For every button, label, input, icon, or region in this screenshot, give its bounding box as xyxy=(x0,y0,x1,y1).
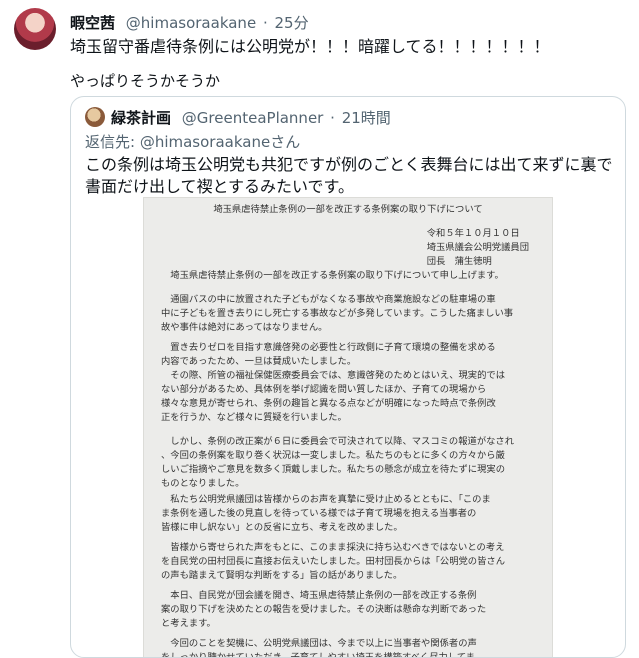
quoted-tweet[interactable]: 緑茶計画 @GreenteaPlanner · 21時間 返信先: @himas… xyxy=(70,96,626,658)
document-line: 内容であったため、一旦は賛成いたしました。 xyxy=(161,356,357,367)
document-line: ない部分があるため、具体例を挙げ認識を問い質したほか、子育ての現場から xyxy=(161,384,487,395)
quoted-author-avatar xyxy=(85,107,105,127)
reply-to-label: 返信先: @himasoraakaneさん xyxy=(85,133,301,151)
document-line: 案の取り下げを決めたとの報告を受けました。その決断は懸命な判断であった xyxy=(161,604,487,615)
quoted-author-name: 緑茶計画 xyxy=(111,109,172,127)
quoted-header: 緑茶計画 @GreenteaPlanner · 21時間 xyxy=(111,107,391,128)
author-handle[interactable]: @himasoraakane xyxy=(126,14,256,32)
document-line: を自民党の田村団長に直接お伝えいたしました。田村団長からは「公明党の皆さん xyxy=(161,556,505,567)
document-line: しかし、条例の改正案が６日に委員会で可決されて以降、マスコミの報道がなされ xyxy=(161,436,515,447)
document-line: 中に子どもを置き去りにし死亡する事故などが多発しています。こうした痛ましい事 xyxy=(161,308,514,319)
document-line: をしっかり聴かせていただき、子育てしやすい埼玉を構築すべく尽力してま xyxy=(161,652,475,658)
document-org: 埼玉県議会公明党議員団 xyxy=(426,242,529,253)
document-line: 皆様から寄せられた声をもとに、このまま採決に持ち込むべきではないとの考え xyxy=(161,542,505,553)
document-line: 正を行うか、など様々に質疑を行いました。 xyxy=(161,412,347,423)
separator: · xyxy=(262,14,268,32)
document-line: しいご指摘やご意見を数多く頂戴しました。私たちの懸念が成立を待たずに現実の xyxy=(161,464,505,475)
separator: · xyxy=(330,109,335,127)
document-line: ま条例を通した後の見直しを待っている様では子育て現場を抱える当事者の xyxy=(161,508,477,519)
document-line: 通園バスの中に放置された子どもがなくなる事故や商業施設などの駐車場の車 xyxy=(161,294,496,305)
tweet-text-line1: 埼玉留守番虐待条例には公明党が！！！暗躍してる！！！！！！！ xyxy=(70,37,550,56)
document-line: 様々な意見が寄せられ、条例の趣旨と異なる点などが明確になった時点で条例改 xyxy=(161,398,496,409)
document-signature: 令和５年１０月１０日 埼玉県議会公明党議員団 団長 蒲生徳明 xyxy=(427,227,529,269)
document-line: ものとなりました。 xyxy=(161,478,245,489)
tweet-time[interactable]: 25分 xyxy=(275,14,309,32)
document-line: 本日、自民党が団会議を開き、埼玉県虐待禁止条例の一部を改正する条例 xyxy=(161,590,477,601)
document-line: 皆様に申し訳ない」との反省に立ち、考えを改めました。 xyxy=(161,522,403,533)
author-avatar[interactable] xyxy=(14,8,56,50)
document-line: 埼玉県虐待禁止条例の一部を改正する条例案の取り下げについて申し上げます。 xyxy=(161,270,504,281)
document-line: その際、所管の福祉保健医療委員会では、意識啓発のためとはいえ、現実的では xyxy=(161,370,505,381)
document-line: 置き去りゼロを目指す意識啓発の必要性と行政側に子育て環境の整備を求める xyxy=(161,342,496,353)
document-line: 今回のことを契機に、公明党県議団は、今まで以上に当事者や関係者の声 xyxy=(161,638,477,649)
document-leader: 団長 蒲生徳明 xyxy=(426,256,492,267)
document-line: と考えます。 xyxy=(161,618,216,629)
author-name[interactable]: 暇空茜 xyxy=(70,14,115,32)
quoted-author-handle: @GreenteaPlanner xyxy=(181,109,324,127)
document-line: 私たち公明党県議団は皆様からのお声を真摯に受け止めるとともに、「このま xyxy=(161,494,491,505)
tweet-header: 暇空茜 @himasoraakane · 25分 xyxy=(70,12,309,33)
quoted-time: 21時間 xyxy=(341,109,391,127)
quoted-text: この条例は埼玉公明党も共犯ですが例のごとく表舞台には出て来ずに裏で書面だけ出して… xyxy=(85,155,613,196)
document-line: の声も踏まえて賢明な判断をする」旨の話がありました。 xyxy=(161,570,403,581)
document-line: 、今回の条例案を取り巻く状況は一変しました。私たちのもとに多くの方々から厳 xyxy=(161,450,505,461)
document-image[interactable]: 埼玉県虐待禁止条例の一部を改正する条例案の取り下げについて 令和５年１０月１０日… xyxy=(143,197,553,658)
document-title: 埼玉県虐待禁止条例の一部を改正する条例案の取り下げについて xyxy=(213,204,483,215)
document-line: 故や事件は絶対にあってはなりません。 xyxy=(161,322,328,333)
document-date: 令和５年１０月１０日 xyxy=(426,228,520,239)
tweet-text-line2: やっぱりそうかそうか xyxy=(70,72,221,90)
